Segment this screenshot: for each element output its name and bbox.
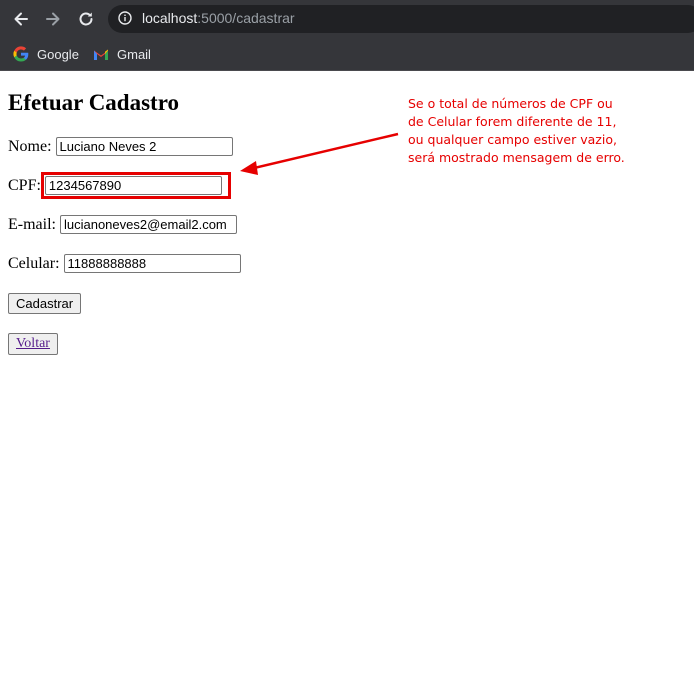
nome-row: Nome: — [8, 137, 233, 156]
note-line: ou qualquer campo estiver vazio, — [408, 132, 617, 147]
back-arrow-icon[interactable] — [8, 6, 34, 32]
celular-row: Celular: — [8, 254, 241, 273]
celular-label: Celular: — [8, 254, 60, 272]
annotation-note: Se o total de números de CPF ou de Celul… — [408, 95, 668, 167]
page-title: Efetuar Cadastro — [8, 90, 180, 115]
nome-label: Nome: — [8, 137, 52, 155]
address-bar[interactable]: localhost:5000/cadastrar — [108, 5, 694, 33]
bookmark-label: Google — [37, 46, 79, 62]
note-line: de Celular forem diferente de 11, — [408, 114, 617, 129]
email-label: E-mail: — [8, 215, 56, 233]
bookmark-google[interactable]: Google — [13, 44, 79, 64]
email-row: E-mail: — [8, 215, 237, 234]
url-path: :5000/cadastrar — [197, 10, 295, 26]
google-icon — [13, 46, 29, 62]
submit-row: Cadastrar — [8, 293, 82, 314]
note-line: Se o total de números de CPF ou — [408, 96, 613, 111]
forward-arrow-icon[interactable] — [40, 6, 66, 32]
voltar-button[interactable]: Voltar — [8, 333, 58, 355]
bookmarks-bar: Google Gmail — [0, 37, 694, 71]
gmail-icon — [93, 46, 109, 62]
url-host: localhost — [142, 10, 198, 26]
cpf-highlight-box — [41, 172, 231, 199]
info-icon[interactable] — [118, 11, 132, 25]
cpf-label: CPF: — [8, 176, 41, 194]
celular-input[interactable] — [63, 254, 241, 273]
cadastrar-button[interactable]: Cadastrar — [8, 293, 82, 314]
nome-input[interactable] — [55, 137, 233, 156]
bookmark-gmail[interactable]: Gmail — [93, 44, 151, 64]
email-input[interactable] — [59, 215, 237, 234]
browser-toolbar: localhost:5000/cadastrar — [0, 0, 694, 37]
voltar-link[interactable]: Voltar — [16, 336, 50, 352]
bookmark-label: Gmail — [117, 46, 151, 62]
note-line: será mostrado mensagem de erro. — [408, 150, 625, 165]
url-text[interactable]: localhost:5000/cadastrar — [142, 10, 295, 26]
reload-icon[interactable] — [73, 6, 99, 32]
